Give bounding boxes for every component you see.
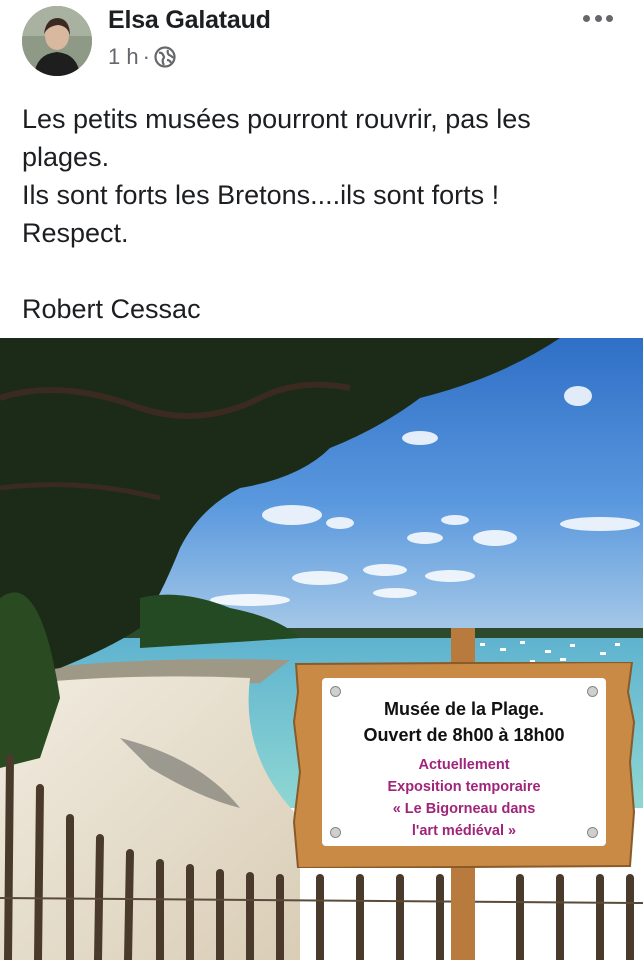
more-options-button[interactable] — [583, 10, 613, 26]
sign-title-line: Musée de la Plage. — [383, 699, 545, 719]
screw-icon — [587, 686, 598, 697]
post-meta: 1 h · — [108, 44, 176, 70]
post-text-blank-line — [22, 252, 622, 290]
sign-sub-line: l'art médiéval » — [411, 823, 517, 839]
more-dot — [594, 14, 602, 22]
post-header: Elsa Galataud 1 h · — [0, 0, 643, 90]
more-dot — [606, 14, 613, 22]
post-text: Les petits musées pourront rouvrir, pas … — [22, 100, 622, 328]
post-time[interactable]: 1 h — [108, 44, 139, 70]
screw-icon — [330, 827, 341, 838]
sign-sub-line: Exposition temporaire — [387, 779, 541, 795]
globe-icon — [154, 46, 176, 68]
more-dots-icon — [583, 14, 590, 22]
screw-icon — [330, 686, 341, 697]
meta-separator: · — [142, 44, 150, 69]
post-text-line: Les petits musées pourront rouvrir, pas … — [22, 104, 531, 134]
post-text-line: Respect. — [22, 218, 129, 248]
sign-title-line: Ouvert de 8h00 à 18h00 — [363, 725, 565, 745]
sign-sub-line: Actuellement — [418, 757, 510, 773]
museum-sign: Musée de la Plage. Ouvert de 8h00 à 18h0… — [292, 662, 636, 868]
post-text-line: plages. — [22, 142, 110, 172]
post-text-line: Ils sont forts les Bretons....ils sont f… — [22, 180, 500, 210]
author-name[interactable]: Elsa Galataud — [108, 6, 271, 35]
sign-sub-line: « Le Bigorneau dans — [392, 801, 536, 817]
avatar-image — [22, 6, 92, 76]
avatar[interactable] — [22, 6, 92, 76]
post-text-line: Robert Cessac — [22, 294, 201, 324]
screw-icon — [587, 827, 598, 838]
sign-card: Musée de la Plage. Ouvert de 8h00 à 18h0… — [322, 678, 606, 846]
